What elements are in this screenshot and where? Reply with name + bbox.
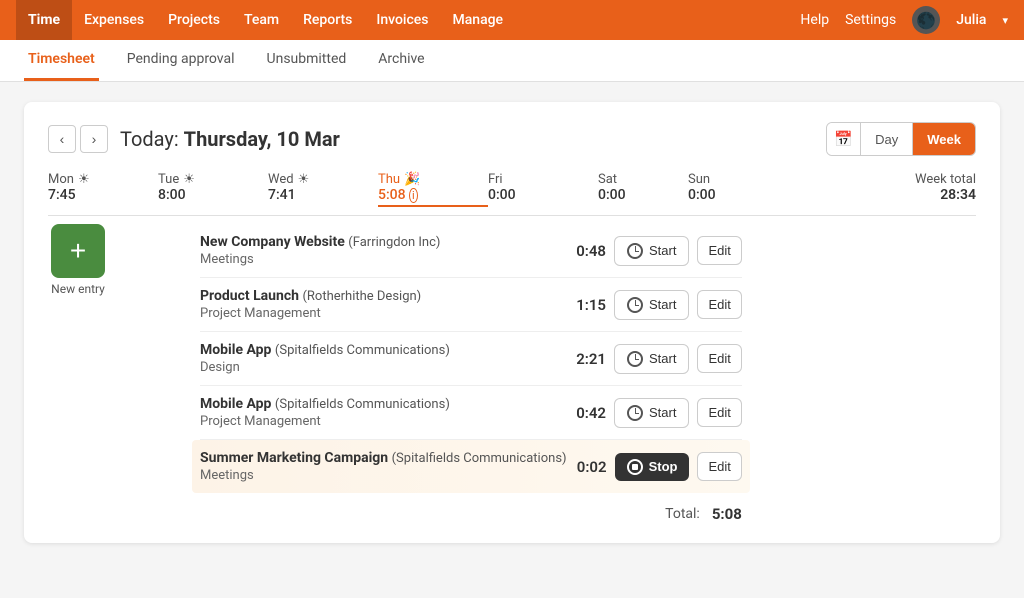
entry-project: Product Launch (Rotherhithe Design) [200,288,566,304]
card-header: ‹ › Today: Thursday, 10 Mar 📅 Day Week [48,122,976,156]
nav-item-manage[interactable]: Manage [440,0,515,40]
entry-project: New Company Website (Farringdon Inc) [200,234,566,250]
entry-info: Summer Marketing Campaign (Spitalfields … [200,450,567,483]
total-row: Total: 5:08 [200,493,742,523]
settings-link[interactable]: Settings [845,12,896,28]
avatar[interactable]: 🌑 [912,6,940,34]
day-cell-wed[interactable]: Wed ☀ 7:41 [268,172,378,207]
nav-item-time[interactable]: Time [16,0,72,40]
days-row: Mon ☀ 7:45 Tue ☀ 8:00 Wed ☀ 7:41 Thu 🎉 5… [48,172,976,216]
entry-task: Meetings [200,468,567,483]
start-button[interactable]: Start [614,344,689,374]
entry-task: Project Management [200,414,566,429]
entry-right: 0:02 Stop Edit [567,452,742,481]
entry-time: 0:42 [566,404,606,422]
edit-button[interactable]: Edit [697,452,741,481]
entry-time: 1:15 [566,296,606,314]
edit-button[interactable]: Edit [697,236,741,265]
entry-right: 0:48 Start Edit [566,236,742,266]
next-week-button[interactable]: › [80,125,108,153]
user-name[interactable]: Julia [956,12,986,28]
subnav-item-unsubmitted[interactable]: Unsubmitted [263,39,351,81]
new-entry-area: + New entry [48,224,108,523]
table-row: New Company Website (Farringdon Inc) Mee… [200,224,742,278]
subnav-item-timesheet[interactable]: Timesheet [24,39,99,81]
today-label: Today: [120,127,179,151]
table-row: Mobile App (Spitalfields Communications)… [200,332,742,386]
nav-item-reports[interactable]: Reports [291,0,364,40]
help-link[interactable]: Help [800,12,829,28]
day-view-button[interactable]: Day [861,123,912,155]
nav-item-team[interactable]: Team [232,0,291,40]
nav-items: Time Expenses Projects Team Reports Invo… [16,0,800,40]
entry-task: Design [200,360,566,375]
entry-right: 0:42 Start Edit [566,398,742,428]
main-content: ‹ › Today: Thursday, 10 Mar 📅 Day Week M… [0,82,1024,598]
day-cell-tue[interactable]: Tue ☀ 8:00 [158,172,268,207]
edit-button[interactable]: Edit [697,398,741,427]
new-entry-label: New entry [51,282,105,296]
entry-info: Mobile App (Spitalfields Communications)… [200,342,566,375]
day-cell-thu[interactable]: Thu 🎉 5:08 i [378,172,488,207]
entry-right: 1:15 Start Edit [566,290,742,320]
nav-item-invoices[interactable]: Invoices [364,0,440,40]
entry-info: Product Launch (Rotherhithe Design) Proj… [200,288,566,321]
table-row: Summer Marketing Campaign (Spitalfields … [192,440,750,493]
entry-project: Mobile App (Spitalfields Communications) [200,342,566,358]
entry-info: Mobile App (Spitalfields Communications)… [200,396,566,429]
total-label: Total: [665,506,700,522]
entry-task: Project Management [200,306,566,321]
table-row: Product Launch (Rotherhithe Design) Proj… [200,278,742,332]
table-row: Mobile App (Spitalfields Communications)… [200,386,742,440]
subnav-item-archive[interactable]: Archive [374,39,428,81]
edit-button[interactable]: Edit [697,290,741,319]
start-button[interactable]: Start [614,398,689,428]
entry-project: Mobile App (Spitalfields Communications) [200,396,566,412]
start-button[interactable]: Start [614,290,689,320]
edit-button[interactable]: Edit [697,344,741,373]
entry-project: Summer Marketing Campaign (Spitalfields … [200,450,567,466]
user-chevron-icon: ▾ [1002,14,1008,27]
entry-info: New Company Website (Farringdon Inc) Mee… [200,234,566,267]
calendar-icon-button[interactable]: 📅 [827,123,861,155]
start-button[interactable]: Start [614,236,689,266]
entries-list: New Company Website (Farringdon Inc) Mee… [200,224,742,523]
stop-button[interactable]: Stop [615,453,690,481]
nav-item-projects[interactable]: Projects [156,0,232,40]
entries-wrapper: + New entry New Company Website (Farring… [48,224,976,523]
day-cell-mon[interactable]: Mon ☀ 7:45 [48,172,158,207]
entry-task: Meetings [200,252,566,267]
sub-nav: Timesheet Pending approval Unsubmitted A… [0,40,1024,82]
subnav-item-pending[interactable]: Pending approval [123,39,239,81]
day-cell-fri[interactable]: Fri 0:00 [488,172,598,207]
new-entry-button[interactable]: + [51,224,105,278]
entry-time: 0:02 [567,458,607,476]
view-toggle: 📅 Day Week [826,122,976,156]
clock-icon [627,297,643,313]
prev-week-button[interactable]: ‹ [48,125,76,153]
week-view-button[interactable]: Week [912,123,975,155]
stop-icon [627,459,643,475]
timesheet-card: ‹ › Today: Thursday, 10 Mar 📅 Day Week M… [24,102,1000,543]
entry-right: 2:21 Start Edit [566,344,742,374]
day-cell-sat[interactable]: Sat 0:00 [598,172,688,207]
top-nav: Time Expenses Projects Team Reports Invo… [0,0,1024,40]
entry-time: 0:48 [566,242,606,260]
card-header-left: ‹ › Today: Thursday, 10 Mar [48,125,340,153]
week-total-cell: Week total 28:34 [778,172,976,207]
plus-icon: + [70,235,86,267]
date-label: Thursday, 10 Mar [184,127,340,151]
day-cell-sun[interactable]: Sun 0:00 [688,172,778,207]
nav-item-expenses[interactable]: Expenses [72,0,156,40]
total-value: 5:08 [712,505,742,523]
clock-icon [627,243,643,259]
clock-icon [627,351,643,367]
card-title: Today: Thursday, 10 Mar [120,127,340,151]
entry-time: 2:21 [566,350,606,368]
clock-icon [627,405,643,421]
nav-right: Help Settings 🌑 Julia ▾ [800,6,1008,34]
nav-arrows: ‹ › [48,125,108,153]
